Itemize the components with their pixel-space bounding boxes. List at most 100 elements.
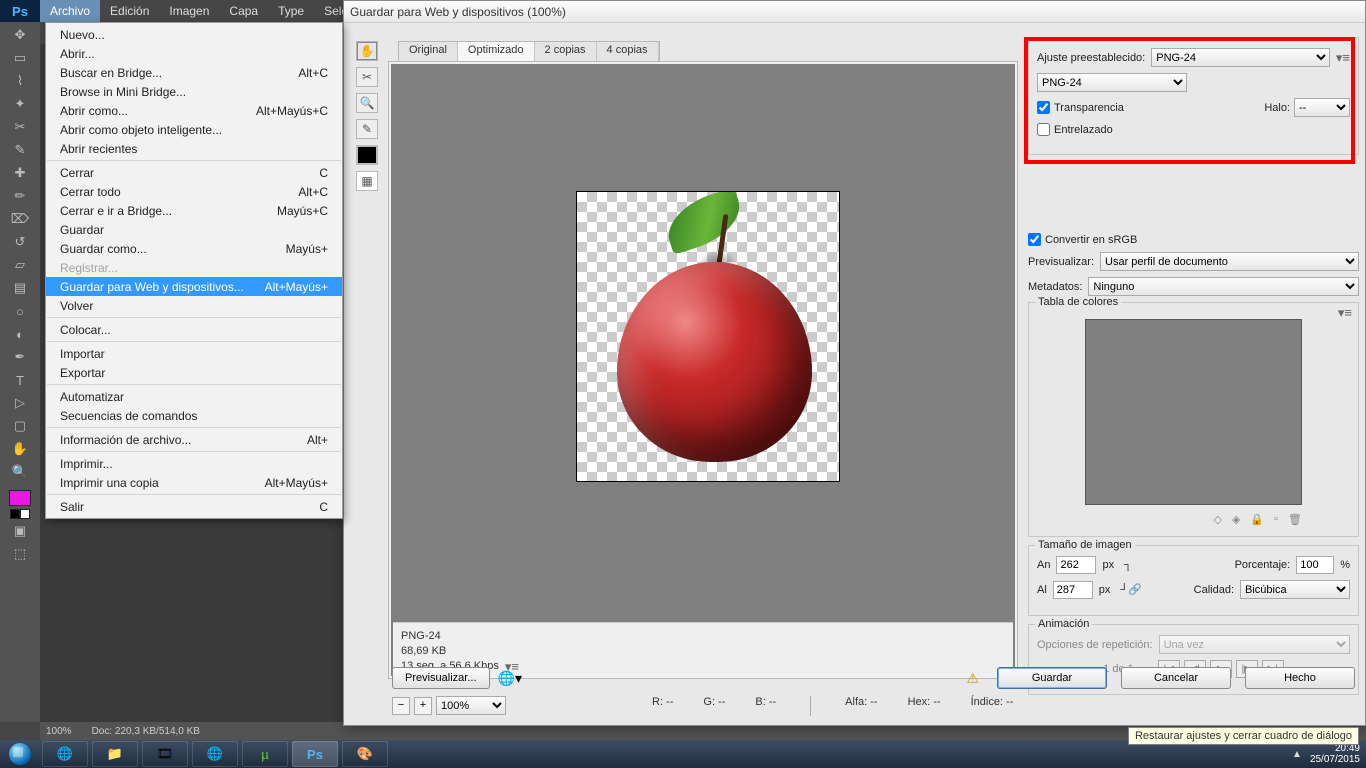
file-menu-item[interactable]: Importar xyxy=(46,344,342,363)
menu-imagen[interactable]: Imagen xyxy=(159,0,219,22)
menu-edicion[interactable]: Edición xyxy=(100,0,159,22)
ct-icon-3[interactable]: 🔒 xyxy=(1250,513,1264,526)
task-chrome-2[interactable]: 🌐 xyxy=(192,741,238,767)
tool-brush[interactable]: ✏ xyxy=(7,185,33,207)
tool-stamp[interactable]: ⌦ xyxy=(7,208,33,230)
file-menu-item[interactable]: Abrir recientes xyxy=(46,139,342,158)
metadata-select[interactable]: Ninguno xyxy=(1088,277,1359,296)
percent-input[interactable] xyxy=(1296,556,1334,574)
task-photoshop[interactable]: Ps xyxy=(292,741,338,767)
task-media[interactable]: 🎞 xyxy=(142,741,188,767)
tab-optimized[interactable]: Optimizado xyxy=(458,42,535,61)
doc-zoom[interactable]: 100% xyxy=(46,726,72,737)
eyedropper-color-swatch[interactable] xyxy=(356,145,378,165)
task-paint[interactable]: 🎨 xyxy=(342,741,388,767)
tool-gradient[interactable]: ▤ xyxy=(7,277,33,299)
menu-archivo[interactable]: Archivo xyxy=(40,0,100,22)
file-menu-item[interactable]: Colocar... xyxy=(46,320,342,339)
save-button[interactable]: Guardar xyxy=(997,667,1107,689)
zoom-tool-icon[interactable]: 🔍 xyxy=(356,93,378,113)
system-tray[interactable]: ▲ 20:49 25/07/2015 xyxy=(1292,743,1366,765)
browser-preview-icon[interactable]: 🌐▾ xyxy=(498,670,522,687)
file-menu-item[interactable]: Imprimir... xyxy=(46,454,342,473)
file-menu-item[interactable]: Buscar en Bridge...Alt+C xyxy=(46,63,342,82)
tool-move[interactable]: ✥ xyxy=(7,24,33,46)
file-menu-item[interactable]: Cerrar e ir a Bridge...Mayús+C xyxy=(46,201,342,220)
tool-heal[interactable]: ✚ xyxy=(7,162,33,184)
preview-button[interactable]: Previsualizar... xyxy=(392,667,490,689)
file-menu-item[interactable]: Guardar como...Mayús+ xyxy=(46,239,342,258)
task-explorer[interactable]: 📁 xyxy=(92,741,138,767)
width-input[interactable] xyxy=(1056,556,1096,574)
tool-eyedrop[interactable]: ✎ xyxy=(7,139,33,161)
transparency-checkbox[interactable]: Transparencia xyxy=(1037,101,1124,114)
tool-shape[interactable]: ▢ xyxy=(7,415,33,437)
tool-pen[interactable]: ✒ xyxy=(7,346,33,368)
eyedropper-tool-icon[interactable]: ✎ xyxy=(356,119,378,139)
tool-crop[interactable]: ✂ xyxy=(7,116,33,138)
default-colors[interactable] xyxy=(10,509,30,519)
toggle-slices-icon[interactable]: ▦ xyxy=(356,171,378,191)
zoom-in[interactable]: + xyxy=(414,697,432,715)
tool-zoom[interactable]: 🔍 xyxy=(7,461,33,483)
file-menu-item[interactable]: Abrir como...Alt+Mayús+C xyxy=(46,101,342,120)
cancel-button[interactable]: Cancelar xyxy=(1121,667,1231,689)
format-select[interactable]: PNG-24 xyxy=(1037,73,1187,92)
convert-srgb-checkbox[interactable]: Convertir en sRGB xyxy=(1028,233,1137,246)
ct-icon-1[interactable]: ◇ xyxy=(1213,513,1221,526)
file-menu-item[interactable]: Secuencias de comandos xyxy=(46,406,342,425)
ct-icon-5[interactable]: 🗑 xyxy=(1288,513,1302,526)
screenmode[interactable]: ⬚ xyxy=(7,543,33,565)
file-menu-item[interactable]: Abrir... xyxy=(46,44,342,63)
file-menu-item[interactable]: Imprimir una copiaAlt+Mayús+ xyxy=(46,473,342,492)
file-menu-item[interactable]: Guardar xyxy=(46,220,342,239)
task-chrome-1[interactable]: 🌐 xyxy=(42,741,88,767)
tray-expand-icon[interactable]: ▲ xyxy=(1292,749,1302,760)
slice-tool-icon[interactable]: ✂ xyxy=(356,67,378,87)
menu-type[interactable]: Type xyxy=(268,0,314,22)
start-button[interactable] xyxy=(0,740,40,768)
file-menu-item[interactable]: CerrarC xyxy=(46,163,342,182)
zoom-out[interactable]: − xyxy=(392,697,410,715)
hand-tool-icon[interactable]: ✋ xyxy=(356,41,378,61)
tool-text[interactable]: T xyxy=(7,369,33,391)
tool-history[interactable]: ↺ xyxy=(7,231,33,253)
preview-canvas[interactable] xyxy=(391,64,1015,676)
file-menu-item[interactable]: SalirC xyxy=(46,497,342,516)
file-menu-item[interactable]: Información de archivo...Alt+ xyxy=(46,430,342,449)
ct-icon-2[interactable]: ◈ xyxy=(1232,513,1240,526)
preview-profile-select[interactable]: Usar perfil de documento xyxy=(1100,252,1359,271)
tool-wand[interactable]: ✦ xyxy=(7,93,33,115)
file-menu-item[interactable]: Nuevo... xyxy=(46,25,342,44)
foreground-swatch[interactable] xyxy=(9,490,31,506)
zoom-select[interactable]: 100% xyxy=(436,696,506,715)
tool-eraser[interactable]: ▱ xyxy=(7,254,33,276)
tool-lasso[interactable]: ⌇ xyxy=(7,70,33,92)
file-menu-item[interactable]: Volver xyxy=(46,296,342,315)
halo-select[interactable]: -- xyxy=(1294,98,1350,117)
tab-2up[interactable]: 2 copias xyxy=(535,42,597,61)
preset-select[interactable]: PNG-24 xyxy=(1151,48,1330,67)
tab-4up[interactable]: 4 copias xyxy=(597,42,659,61)
tab-original[interactable]: Original xyxy=(399,42,458,61)
task-utorrent[interactable]: µ xyxy=(242,741,288,767)
quickmask[interactable]: ▣ xyxy=(7,520,33,542)
tool-marquee[interactable]: ▭ xyxy=(7,47,33,69)
file-menu-item[interactable]: Guardar para Web y dispositivos...Alt+Ma… xyxy=(46,277,342,296)
file-menu-item[interactable]: Browse in Mini Bridge... xyxy=(46,82,342,101)
menu-capa[interactable]: Capa xyxy=(219,0,268,22)
done-button[interactable]: Hecho xyxy=(1245,667,1355,689)
file-menu-item[interactable]: Abrir como objeto inteligente... xyxy=(46,120,342,139)
preset-menu-icon[interactable]: ▾≡ xyxy=(1336,50,1350,66)
interlaced-checkbox[interactable]: Entrelazado xyxy=(1037,123,1113,136)
quality-select[interactable]: Bicúbica xyxy=(1240,580,1350,599)
height-input[interactable] xyxy=(1053,581,1093,599)
tool-path[interactable]: ▷ xyxy=(7,392,33,414)
tool-dodge[interactable]: ◐ xyxy=(7,323,33,345)
file-menu-item[interactable]: Cerrar todoAlt+C xyxy=(46,182,342,201)
file-menu-item[interactable]: Automatizar xyxy=(46,387,342,406)
color-table-menu-icon[interactable]: ▾≡ xyxy=(1338,305,1352,321)
tool-blur[interactable]: ○ xyxy=(7,300,33,322)
ct-icon-4[interactable]: ▫ xyxy=(1274,513,1278,526)
file-menu-item[interactable]: Exportar xyxy=(46,363,342,382)
